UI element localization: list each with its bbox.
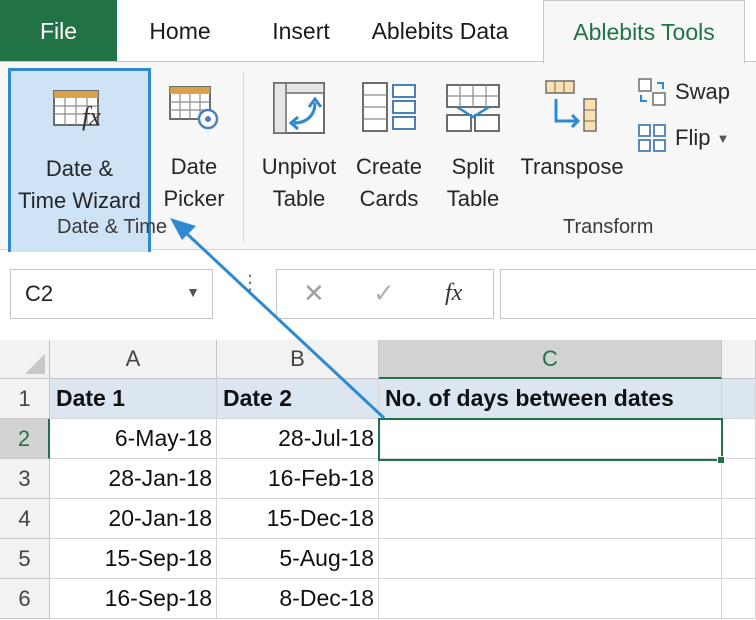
cell-a6[interactable]: 16-Sep-18	[50, 579, 217, 619]
unpivot-table-icon	[273, 82, 325, 134]
cell-c3[interactable]	[379, 459, 722, 499]
worksheet-grid: A B C 1 Date 1 Date 2 No. of days betwee…	[0, 340, 756, 620]
unpivot-table-button[interactable]: Unpivot Table	[253, 71, 345, 221]
row-header-6[interactable]: 6	[0, 579, 50, 619]
column-header-d[interactable]	[722, 340, 756, 379]
cell-c4[interactable]	[379, 499, 722, 539]
cell-a2[interactable]: 6-May-18	[50, 419, 217, 459]
calendar-fx-icon: fx	[52, 90, 101, 131]
split-table-button[interactable]: Split Table	[432, 71, 514, 221]
cell-d3[interactable]	[722, 459, 756, 499]
cell-b1[interactable]: Date 2	[217, 379, 379, 419]
tab-home[interactable]: Home	[130, 0, 230, 62]
group-label-transform: Transform	[563, 216, 654, 238]
cell-a3[interactable]: 28-Jan-18	[50, 459, 217, 499]
column-header-b[interactable]: B	[217, 340, 379, 379]
column-header-c[interactable]: C	[379, 340, 722, 379]
fill-handle[interactable]	[717, 456, 725, 464]
cell-b3[interactable]: 16-Feb-18	[217, 459, 379, 499]
row-header-2[interactable]: 2	[0, 419, 50, 459]
cards-icon	[362, 82, 416, 132]
date-time-wizard-label-2: Time Wizard	[18, 188, 141, 213]
cell-d4[interactable]	[722, 499, 756, 539]
select-all-icon	[25, 354, 45, 374]
cell-a4[interactable]: 20-Jan-18	[50, 499, 217, 539]
flip-label: Flip	[675, 125, 711, 150]
formula-input[interactable]	[500, 269, 756, 319]
chevron-down-icon[interactable]: ▼	[186, 284, 200, 300]
tab-ablebits-data[interactable]: Ablebits Data	[358, 0, 522, 62]
transpose-icon	[545, 80, 597, 132]
column-header-a[interactable]: A	[50, 340, 217, 379]
date-time-wizard-button[interactable]: fx Date & Time Wizard	[8, 68, 151, 270]
create-cards-label-1: Create	[355, 154, 423, 179]
date-picker-label-2: Picker	[163, 186, 225, 211]
date-picker-button[interactable]: Date Picker	[155, 71, 233, 221]
active-cell-border	[378, 418, 723, 461]
split-table-icon	[446, 84, 500, 132]
row-header-1[interactable]: 1	[0, 379, 50, 419]
split-table-label-1: Split	[451, 154, 495, 179]
ribbon: fx Date & Time Wizard Date Picker Unpivo…	[0, 61, 756, 270]
swap-label: Swap	[675, 79, 731, 104]
unpivot-table-label-1: Unpivot	[261, 154, 337, 179]
formula-buttons: ✕ ✓ fx	[276, 269, 494, 319]
row-header-3[interactable]: 3	[0, 459, 50, 499]
row-header-4[interactable]: 4	[0, 499, 50, 539]
create-cards-label-2: Cards	[359, 186, 419, 211]
transpose-label: Transpose	[520, 154, 624, 179]
cell-a5[interactable]: 15-Sep-18	[50, 539, 217, 579]
svg-text:fx: fx	[82, 102, 101, 131]
calendar-target-icon	[169, 86, 219, 130]
group-label-date-time: Date & Time	[57, 216, 168, 238]
date-picker-label-1: Date	[170, 154, 218, 179]
chevron-down-icon: ▼	[716, 130, 730, 146]
split-table-label-2: Table	[446, 186, 500, 211]
cell-d2[interactable]	[722, 419, 756, 459]
tab-file[interactable]: File	[0, 0, 117, 62]
group-separator	[243, 72, 244, 242]
enter-check-icon[interactable]: ✓	[373, 278, 395, 309]
ribbon-tab-bar: File Home Insert Ablebits Data Ablebits …	[0, 0, 756, 63]
create-cards-button[interactable]: Create Cards	[351, 71, 427, 221]
flip-button[interactable]: Flip ▼	[637, 120, 729, 156]
flip-icon	[638, 124, 666, 152]
select-all-corner[interactable]	[0, 340, 50, 379]
unpivot-table-label-2: Table	[272, 186, 326, 211]
cell-c1[interactable]: No. of days between dates	[379, 379, 722, 419]
cell-d1[interactable]	[722, 379, 756, 419]
cell-d5[interactable]	[722, 539, 756, 579]
cell-b2[interactable]: 28-Jul-18	[217, 419, 379, 459]
resize-handle-icon[interactable]: ⋮	[240, 273, 260, 293]
transpose-button[interactable]: Transpose	[516, 71, 628, 221]
tab-insert[interactable]: Insert	[258, 0, 344, 62]
cell-c6[interactable]	[379, 579, 722, 619]
cell-d6[interactable]	[722, 579, 756, 619]
cell-b6[interactable]: 8-Dec-18	[217, 579, 379, 619]
cell-a1[interactable]: Date 1	[50, 379, 217, 419]
date-time-wizard-label-1: Date &	[45, 156, 114, 181]
tab-ablebits-tools[interactable]: Ablebits Tools	[543, 0, 745, 63]
cell-b4[interactable]: 15-Dec-18	[217, 499, 379, 539]
formula-bar: C2 ▼ ⋮ ✕ ✓ fx	[0, 252, 756, 338]
name-box-value: C2	[25, 281, 54, 306]
name-box[interactable]: C2 ▼	[10, 269, 213, 319]
swap-button[interactable]: Swap	[637, 74, 730, 110]
cell-b5[interactable]: 5-Aug-18	[217, 539, 379, 579]
cancel-icon[interactable]: ✕	[303, 278, 325, 309]
insert-function-icon[interactable]: fx	[445, 280, 462, 307]
row-header-5[interactable]: 5	[0, 539, 50, 579]
swap-icon	[638, 78, 666, 106]
cell-c5[interactable]	[379, 539, 722, 579]
